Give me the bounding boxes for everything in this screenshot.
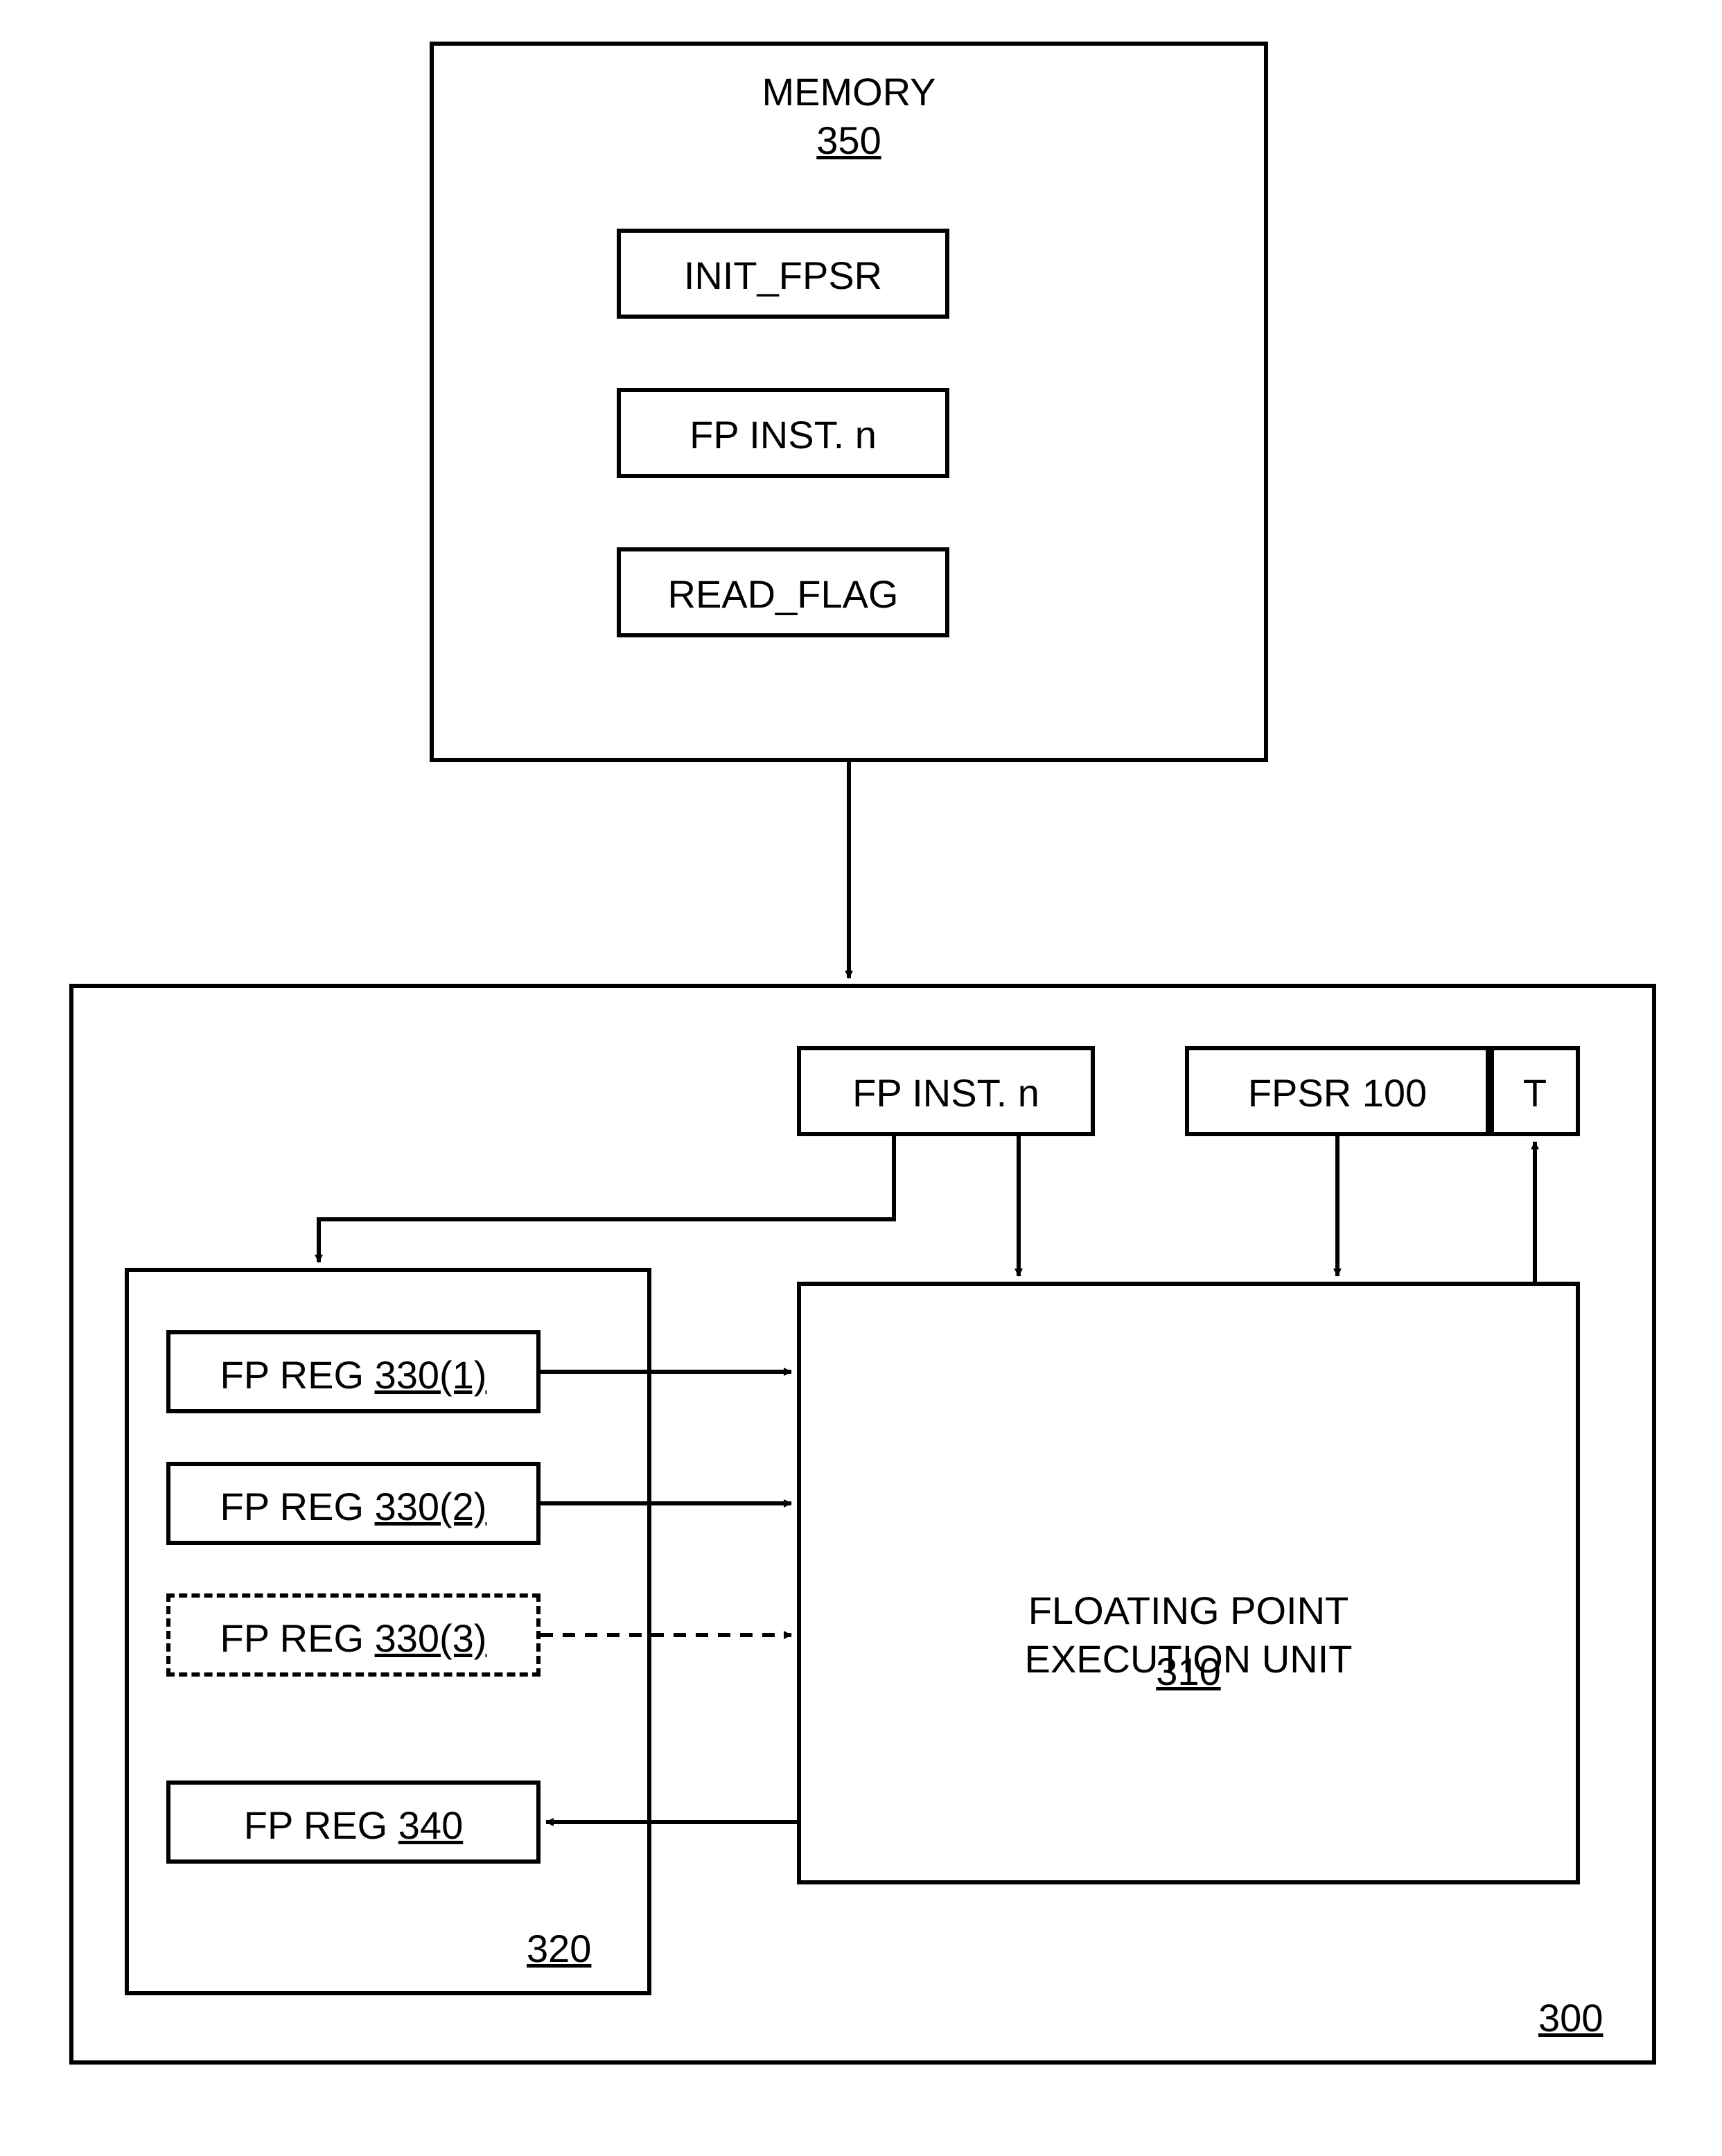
fp-reg-2-label: FP REG 330(2) bbox=[166, 1484, 541, 1529]
fp-reg-2-num: 330(2) bbox=[375, 1485, 487, 1528]
fpsr-label: FPSR 100 bbox=[1185, 1070, 1490, 1115]
exec-unit-ref: 310 bbox=[797, 1649, 1580, 1694]
mem-item-read-flag-label: READ_FLAG bbox=[617, 572, 949, 617]
regfile-ref: 320 bbox=[527, 1926, 591, 1971]
fp-reg-3-num: 330(3) bbox=[375, 1616, 487, 1660]
fp-reg-1-prefix: FP REG bbox=[220, 1353, 375, 1397]
t-label: T bbox=[1490, 1070, 1580, 1115]
fp-reg-4-prefix: FP REG bbox=[244, 1803, 398, 1847]
fp-reg-3-prefix: FP REG bbox=[220, 1616, 375, 1660]
fp-reg-2-prefix: FP REG bbox=[220, 1485, 375, 1528]
fp-reg-4-num: 340 bbox=[398, 1803, 463, 1847]
diagram-canvas: MEMORY 350 INIT_FPSR FP INST. n READ_FLA… bbox=[28, 28, 1694, 2128]
mem-item-fp-inst-label: FP INST. n bbox=[617, 412, 949, 457]
fp-reg-1-label: FP REG 330(1) bbox=[166, 1352, 541, 1397]
memory-title: MEMORY bbox=[430, 69, 1268, 114]
fp-reg-1-num: 330(1) bbox=[375, 1353, 487, 1397]
processor-ref: 300 bbox=[1538, 1995, 1603, 2040]
fp-inst-label: FP INST. n bbox=[797, 1070, 1095, 1115]
memory-ref: 350 bbox=[430, 118, 1268, 163]
fp-reg-4-label: FP REG 340 bbox=[166, 1803, 541, 1848]
fp-reg-3-label: FP REG 330(3) bbox=[166, 1616, 541, 1661]
mem-item-init-fpsr-label: INIT_FPSR bbox=[617, 253, 949, 298]
